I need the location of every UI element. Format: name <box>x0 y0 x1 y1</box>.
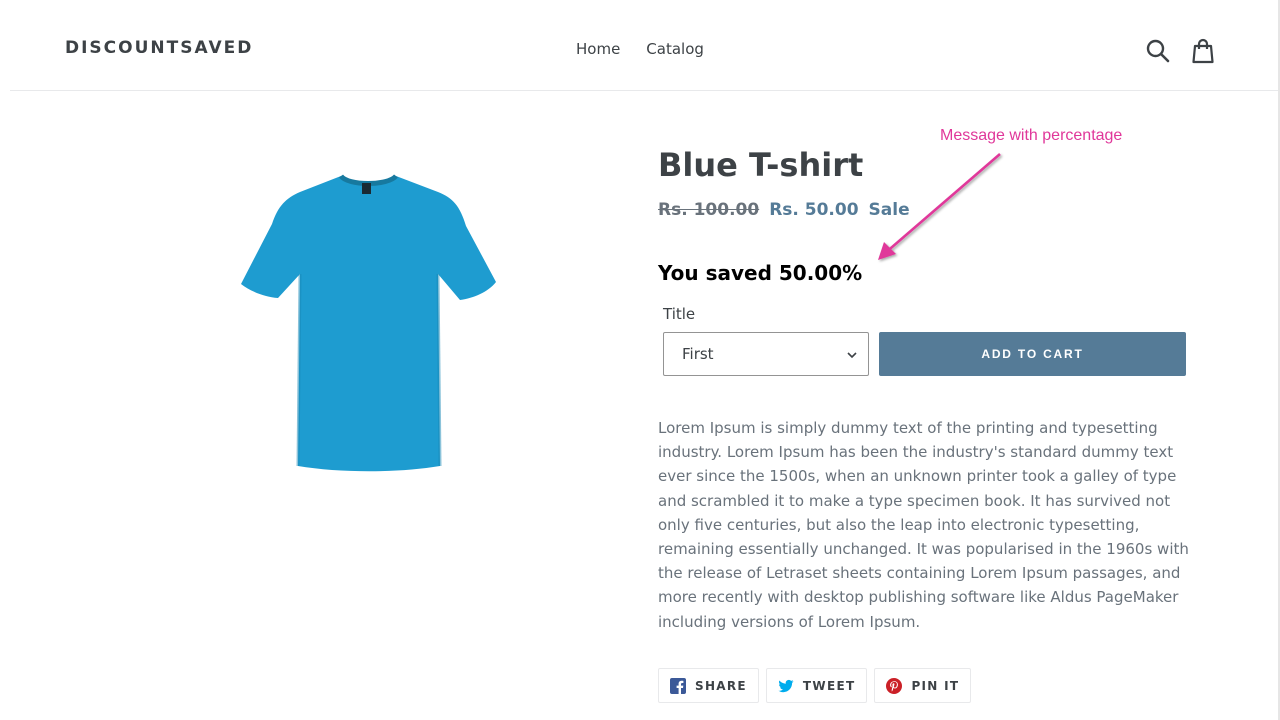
sale-price: Rs. 50.00 <box>769 200 859 220</box>
share-pinterest-button[interactable]: PIN IT <box>874 668 972 703</box>
site-logo[interactable]: DISCOUNTSAVED <box>65 38 253 58</box>
variant-select[interactable]: First <box>663 332 869 376</box>
cart-icon[interactable] <box>1190 38 1216 64</box>
annotation-label: Message with percentage <box>940 127 1123 144</box>
chevron-down-icon <box>847 352 857 359</box>
share-twitter-label: TWEET <box>802 678 856 693</box>
nav-home-link[interactable]: Home <box>576 40 620 58</box>
product-image <box>241 174 496 472</box>
share-pinterest-label: PIN IT <box>911 678 960 693</box>
variant-select-value: First <box>682 345 714 363</box>
add-to-cart-button[interactable]: ADD TO CART <box>879 332 1186 376</box>
annotation-arrow-icon <box>878 153 1001 260</box>
share-twitter-button[interactable]: TWEET <box>765 668 868 703</box>
saved-percentage-message: You saved 50.00% <box>658 261 863 285</box>
twitter-icon <box>778 679 794 692</box>
page: DISCOUNTSAVED Home Catalog Blue T-shirt … <box>0 0 1280 720</box>
option-label: Title <box>663 305 696 323</box>
nav-catalog-link[interactable]: Catalog <box>646 40 704 58</box>
main-nav: Home Catalog <box>576 40 704 58</box>
product-title: Blue T-shirt <box>658 146 864 184</box>
search-icon[interactable] <box>1145 38 1171 64</box>
share-facebook-label: SHARE <box>695 678 747 693</box>
regular-price: Rs. 100.00 <box>658 200 760 220</box>
product-description: Lorem Ipsum is simply dummy text of the … <box>658 419 1189 631</box>
social-share: SHARE TWEET PIN IT <box>658 668 972 703</box>
site-header: DISCOUNTSAVED Home Catalog <box>10 0 1278 91</box>
facebook-icon <box>670 677 686 694</box>
share-facebook-button[interactable]: SHARE <box>658 668 759 703</box>
pinterest-icon <box>886 677 903 694</box>
